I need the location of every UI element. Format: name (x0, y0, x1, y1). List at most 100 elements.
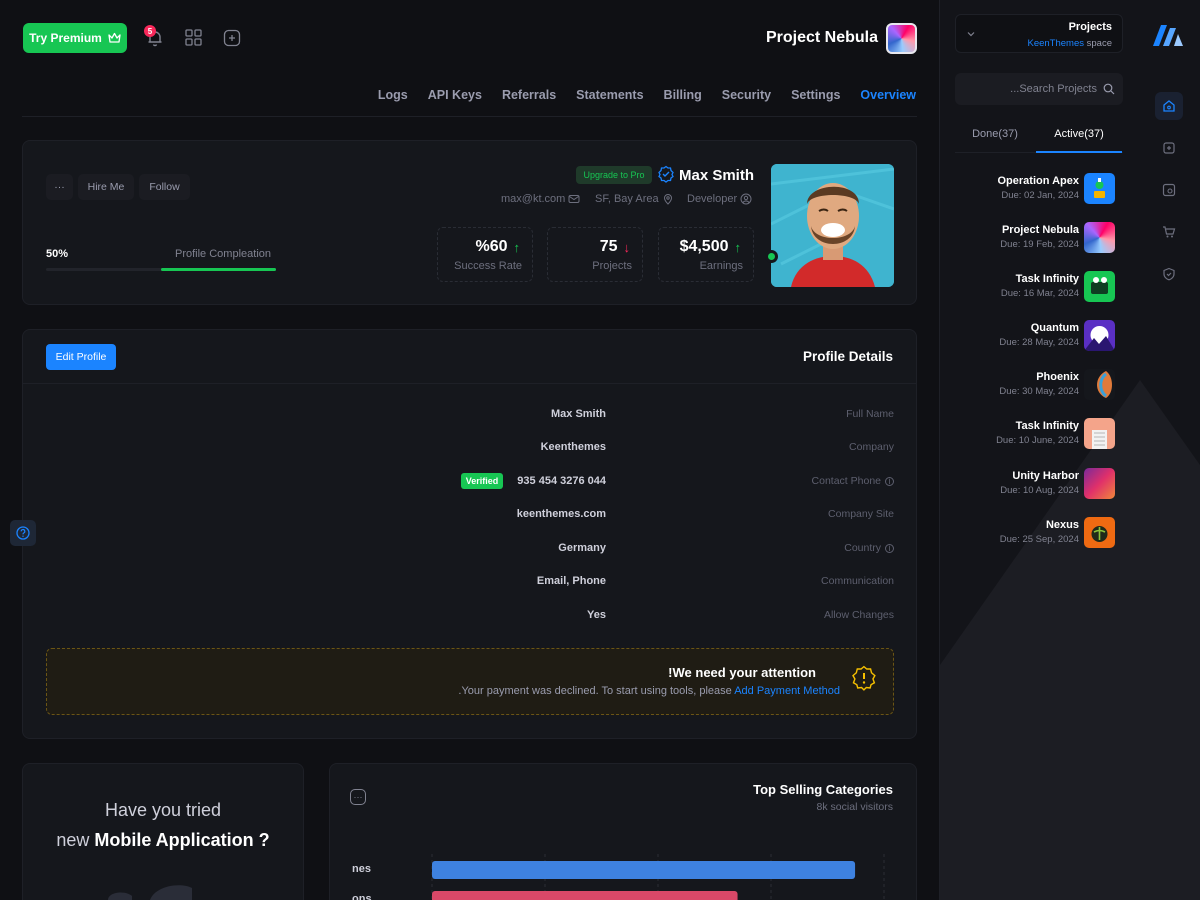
avatar (771, 164, 894, 287)
chart-category-label: nes (352, 863, 371, 875)
cart-icon (1163, 226, 1176, 238)
tabs-divider (22, 116, 917, 117)
completion-value: 50% (46, 248, 69, 260)
stat-label: Projects (592, 260, 632, 272)
tab-overview[interactable]: Overview (860, 88, 916, 117)
allow-changes-value: Yes (587, 609, 606, 621)
tab-referrals[interactable]: Referrals (502, 88, 556, 117)
project-thumbnail (1084, 517, 1115, 548)
notification-badge: 5 (144, 25, 156, 37)
brand-logo[interactable] (1152, 22, 1184, 48)
project-thumbnail (1084, 222, 1115, 253)
project-item[interactable]: Task Infinity Due: 10 June, 2024 (955, 418, 1115, 450)
search-placeholder: ...Search Projects (1010, 83, 1097, 95)
chart-title: Top Selling Categories (753, 782, 893, 797)
upgrade-to-pro-badge[interactable]: Upgrade to Pro (576, 166, 652, 184)
profile-details-title: Profile Details (802, 349, 893, 364)
nav-security[interactable] (1155, 260, 1183, 288)
info-icon[interactable]: i (885, 543, 894, 553)
nav-cart[interactable] (1155, 218, 1183, 246)
projects-tabs: Done(37) Active(37) (955, 128, 1123, 153)
stat-value: %60 (475, 238, 508, 255)
allow-changes-label: Allow Changes (823, 609, 894, 621)
project-item[interactable]: Project Nebula Due: 19 Feb, 2024 (955, 222, 1115, 254)
home-icon (1163, 100, 1175, 112)
chart-category-label: ons (352, 893, 372, 900)
nav-home[interactable] (1155, 92, 1183, 120)
user-role: Developer (687, 193, 752, 205)
completion-progress-fill (161, 268, 276, 271)
add-square-icon[interactable] (222, 28, 242, 48)
tab-logs[interactable]: Logs (378, 88, 408, 117)
search-icon (1103, 83, 1115, 95)
tab-statements[interactable]: Statements (576, 88, 643, 117)
question-icon (16, 526, 30, 540)
company-site-value[interactable]: keenthemes.com (517, 508, 606, 520)
country-label: Country i (844, 542, 894, 554)
project-item[interactable]: Operation Apex Due: 02 Jan, 2024 (955, 173, 1115, 205)
arrow-down-icon: ↓ (623, 239, 631, 255)
help-button[interactable] (10, 520, 36, 546)
project-thumbnail (1084, 468, 1115, 499)
tab-security[interactable]: Security (722, 88, 771, 117)
verified-icon (658, 165, 674, 183)
add-payment-method-link[interactable]: Add Payment Method (734, 685, 840, 697)
chart-bar[interactable] (432, 861, 856, 879)
tab-done[interactable]: Done(37) (955, 128, 1035, 153)
company-label: Company (849, 441, 894, 453)
tab-billing[interactable]: Billing (664, 88, 702, 117)
mobile-app-line2: new Mobile Application ? (56, 830, 270, 850)
stat-label: Earnings (699, 260, 743, 272)
grid-icon[interactable] (184, 28, 204, 48)
communication-value: Email, Phone (536, 575, 606, 587)
nav-add-file[interactable] (1155, 134, 1183, 162)
image-search-icon (1162, 183, 1176, 197)
file-add-icon (1163, 142, 1175, 154)
tab-api-keys[interactable]: API Keys (428, 88, 482, 117)
project-thumbnail (1084, 369, 1115, 400)
project-item[interactable]: Phoenix Due: 30 May, 2024 (955, 369, 1115, 401)
alert-text: .Your payment was declined. To start usi… (458, 685, 840, 697)
mobile-illustration (108, 885, 192, 900)
verified-badge: Verified (461, 473, 503, 489)
try-premium-label: Try Premium (29, 31, 102, 45)
user-email[interactable]: max@kt.com (501, 193, 580, 205)
country-value: Germany (558, 542, 606, 554)
tab-active[interactable]: Active(37) (1036, 128, 1122, 153)
warning-icon (852, 665, 876, 691)
try-premium-button[interactable]: Try Premium (23, 23, 127, 53)
project-item[interactable]: Quantum Due: 28 May, 2024 (955, 320, 1115, 352)
contact-phone-label: Contact Phone i (812, 475, 894, 487)
chart-bar[interactable] (432, 891, 738, 900)
location-pin-icon (663, 194, 672, 205)
project-item[interactable]: Unity Harbor Due: 10 Aug, 2024 (955, 468, 1115, 500)
more-options-icon[interactable]: ··· (350, 789, 366, 805)
contact-phone-value: 935 454 3276 044 (517, 475, 606, 487)
arrow-up-icon: ↑ (513, 239, 521, 255)
alert-title: !We need your attention (668, 665, 816, 680)
project-thumbnail (1084, 418, 1115, 449)
project-logo[interactable] (886, 23, 917, 54)
follow-button[interactable]: Follow (139, 174, 190, 200)
project-select-subtitle: KeenThemes space (1027, 38, 1112, 49)
chevron-down-icon (967, 32, 975, 37)
mail-icon (568, 195, 580, 203)
more-button[interactable]: ··· (46, 174, 73, 200)
tab-settings[interactable]: Settings (791, 88, 840, 117)
hire-me-button[interactable]: Hire Me (78, 174, 134, 200)
info-icon[interactable]: i (885, 476, 894, 486)
edit-profile-button[interactable]: Edit Profile (46, 344, 116, 370)
user-location: SF, Bay Area (595, 193, 674, 205)
nav-images[interactable] (1155, 176, 1183, 204)
project-title: Project Nebula (765, 29, 878, 46)
search-projects-input[interactable]: ...Search Projects (955, 73, 1123, 105)
panel-background-shape (940, 380, 1200, 900)
project-thumbnail (1084, 271, 1115, 302)
project-item[interactable]: Task Infinity Due: 16 Mar, 2024 (955, 271, 1115, 303)
company-site-label: Company Site (828, 508, 894, 520)
project-item[interactable]: Nexus Due: 25 Sep, 2024 (955, 517, 1115, 549)
project-thumbnail (1084, 173, 1115, 204)
crown-icon (108, 32, 121, 43)
stat-value: $4,500 (679, 238, 729, 255)
stat-label: Success Rate (454, 260, 522, 272)
